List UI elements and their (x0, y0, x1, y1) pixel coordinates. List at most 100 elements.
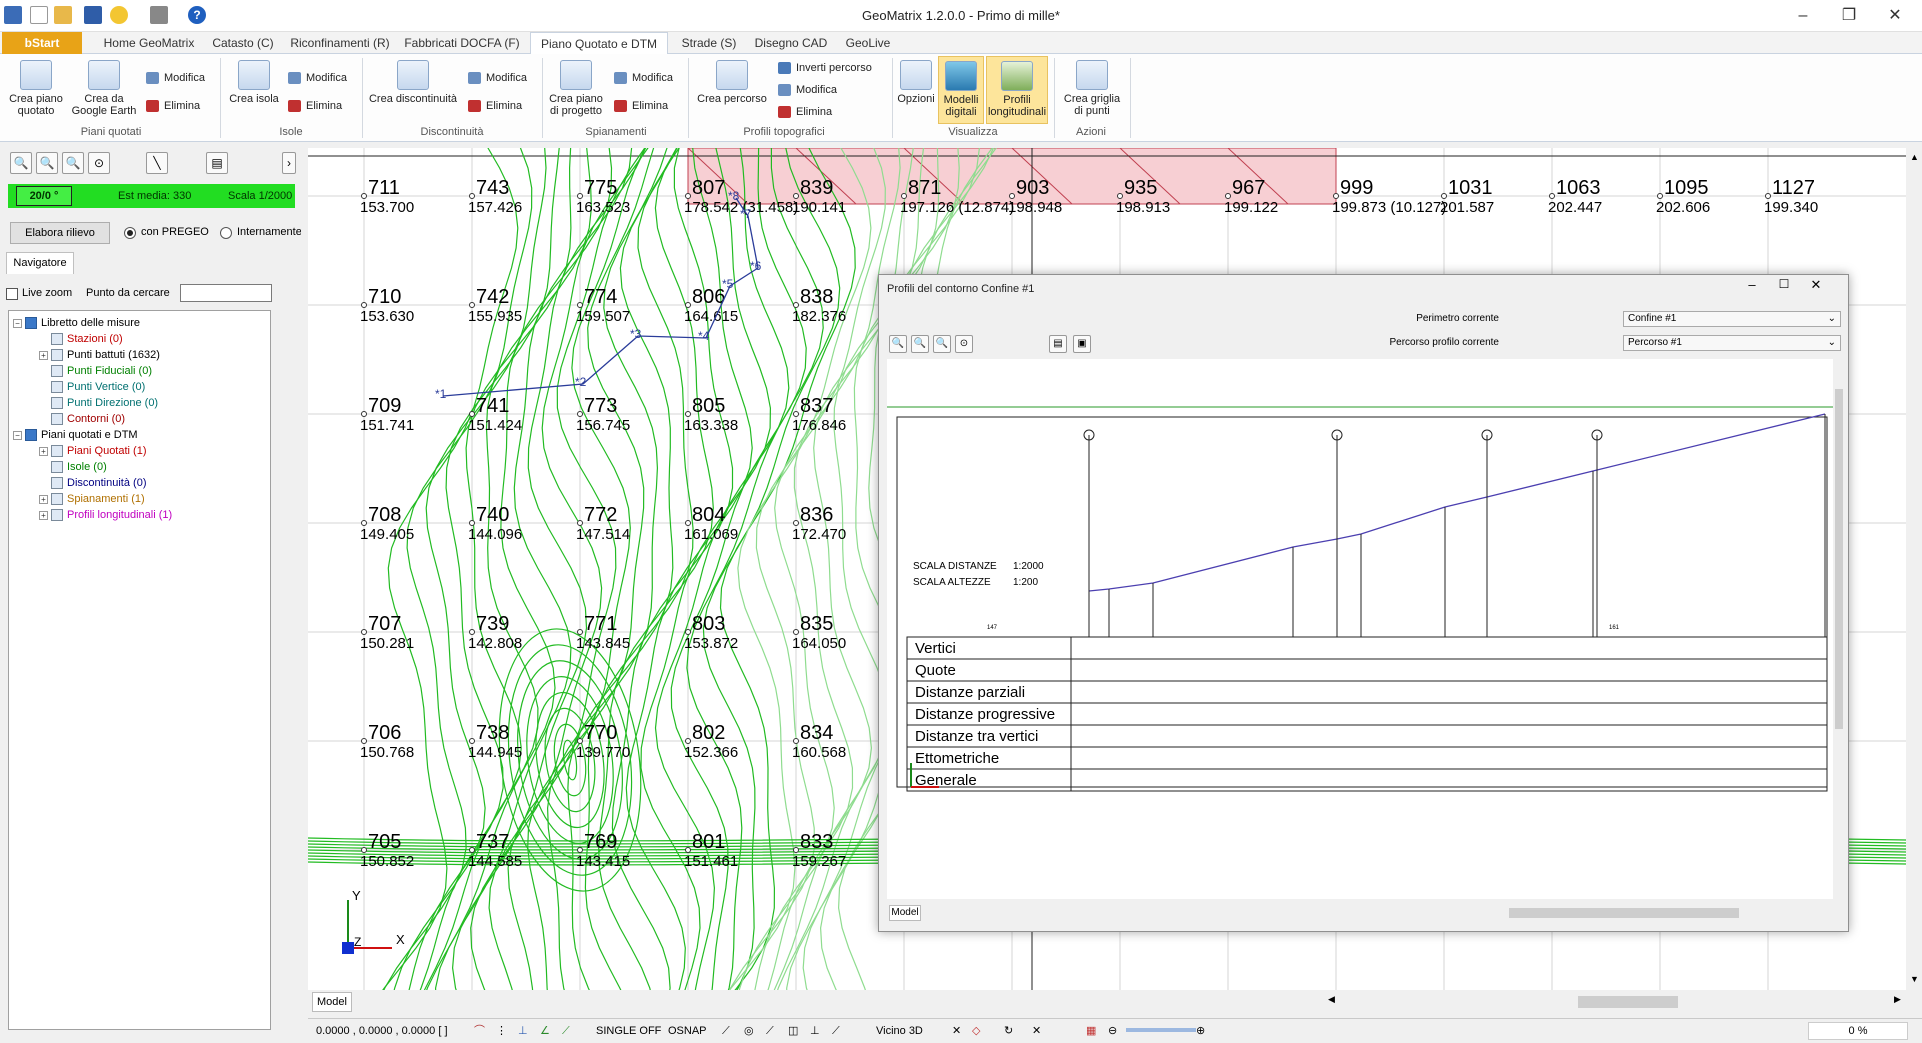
intersection-icon[interactable]: ✕ (952, 1019, 961, 1043)
profile-horizontal-scrollbar[interactable] (1499, 905, 1839, 921)
dialog-maximize-button[interactable]: ☐ (1769, 277, 1799, 297)
vicino-3d-toggle[interactable]: Vicino 3D (876, 1019, 923, 1043)
profili-longitudinali-button[interactable]: Profili longitudinali (986, 56, 1048, 124)
tab-geolive[interactable]: GeoLive (838, 32, 898, 54)
profile-vertical-scrollbar[interactable] (1833, 359, 1845, 899)
percorso-select[interactable]: Percorso #1 ⌄ (1623, 335, 1841, 351)
modifica-spianamenti-button[interactable]: Modifica (612, 68, 682, 88)
single-off-toggle[interactable]: SINGLE OFF (596, 1019, 661, 1043)
elimina-percorso-button[interactable]: Elimina (776, 102, 876, 122)
crea-google-earth-button[interactable]: Crea da Google Earth (70, 60, 138, 120)
zoom-extents-icon[interactable]: ⊙ (955, 335, 973, 353)
layers-icon[interactable]: ▤ (206, 152, 228, 174)
clear-icon[interactable]: ▦ (1086, 1019, 1096, 1043)
snap-icon[interactable]: ⌒ (474, 1019, 485, 1043)
zoom-in-icon[interactable]: ⊕ (1196, 1019, 1205, 1043)
print-icon[interactable]: ▤ (1049, 335, 1067, 353)
crea-percorso-button[interactable]: Crea percorso (694, 60, 770, 120)
tree-node[interactable]: + Spianamenti (1) (9, 491, 269, 507)
elabora-rilievo-button[interactable]: Elabora rilievo (10, 222, 110, 244)
perimetro-select[interactable]: Confine #1 ⌄ (1623, 311, 1841, 327)
scale-icon[interactable]: ✕ (1032, 1019, 1041, 1043)
canvas-vertical-scrollbar[interactable]: ▲ ▼ (1906, 148, 1922, 990)
tree-node[interactable]: Isole (0) (9, 459, 269, 475)
osnap-toggle[interactable]: OSNAP (668, 1019, 707, 1043)
profile-view[interactable]: SCALA DISTANZE 1:2000 SCALA ALTEZZE 1:200 Ve… (887, 359, 1833, 899)
endpoint-icon[interactable]: ⟋ (722, 1019, 730, 1043)
crea-isola-button[interactable]: Crea isola (226, 60, 282, 120)
tab-piano-quotato[interactable]: Piano Quotato e DTM (Q) (530, 32, 668, 73)
tree-node[interactable]: − Libretto delle misure (9, 315, 269, 331)
tree-node[interactable]: + Piani Quotati (1) (9, 443, 269, 459)
zoom-previous-icon[interactable]: 🔍 (933, 335, 951, 353)
zoom-window-icon[interactable]: 🔍 (911, 335, 929, 353)
zoom-window-icon[interactable]: 🔍 (36, 152, 58, 174)
radio-internamente[interactable] (220, 227, 232, 239)
measure-icon[interactable]: ╲ (146, 152, 168, 174)
quadrant-icon[interactable]: ◫ (788, 1019, 798, 1043)
live-zoom-checkbox[interactable] (6, 288, 18, 300)
elimina-isole-button[interactable]: Elimina (286, 96, 356, 116)
perpendicular-icon[interactable]: ⊥ (810, 1019, 820, 1043)
tree-node[interactable]: Punti Direzione (0) (9, 395, 269, 411)
tree-node[interactable]: − Piani quotati e DTM (9, 427, 269, 443)
tracking-icon[interactable]: ⟋ (562, 1019, 570, 1043)
midpoint-icon[interactable]: ⟋ (766, 1019, 774, 1043)
inverti-percorso-button[interactable]: Inverti percorso (776, 58, 876, 78)
tree-node[interactable]: Discontinuità (0) (9, 475, 269, 491)
scroll-thumb[interactable] (1578, 996, 1678, 1008)
ortho-icon[interactable]: ⊥ (518, 1019, 528, 1043)
modifica-piani-button[interactable]: Modifica (144, 68, 214, 88)
zoom-extents-icon[interactable]: ⊙ (88, 152, 110, 174)
restore-button[interactable]: ❐ (1826, 0, 1872, 32)
minimize-button[interactable]: – (1780, 0, 1826, 32)
punto-search-input[interactable] (180, 284, 272, 302)
modifica-discontinuita-button[interactable]: Modifica (466, 68, 536, 88)
zoom-previous-icon[interactable]: 🔍 (62, 152, 84, 174)
modelli-digitali-button[interactable]: Modelli digitali (938, 56, 984, 124)
zoom-in-icon[interactable]: 🔍 (10, 152, 32, 174)
tangent-icon[interactable]: ⟋ (832, 1019, 840, 1043)
expand-toggle-icon[interactable]: + (39, 351, 48, 360)
model-tab[interactable]: Model (312, 992, 352, 1012)
rotate-icon[interactable]: ↻ (1004, 1019, 1013, 1043)
navigator-tree[interactable]: − Libretto delle misure Stazioni (0) + Punti… (8, 310, 271, 1030)
expand-toggle-icon[interactable]: + (39, 447, 48, 456)
tree-node[interactable]: + Profili longitudinali (1) (9, 507, 269, 523)
close-button[interactable]: ✕ (1872, 0, 1918, 32)
node-icon[interactable]: ◇ (972, 1019, 980, 1043)
radio-pregeo[interactable] (124, 227, 136, 239)
tab-strade[interactable]: Strade (S) (674, 32, 744, 54)
tab-home[interactable]: Home GeoMatrix (100, 32, 198, 54)
canvas-horizontal-scrollbar[interactable]: ◀ ▶ (1320, 994, 1906, 1010)
tree-node[interactable]: Stazioni (0) (9, 331, 269, 347)
tab-fabbricati[interactable]: Fabbricati DOCFA (F) (400, 32, 524, 54)
crea-piano-quotato-button[interactable]: Crea piano quotato (6, 60, 66, 120)
tree-node[interactable]: Contorni (0) (9, 411, 269, 427)
tab-disegno-cad[interactable]: Disegno CAD (750, 32, 832, 54)
start-button[interactable]: bStart (2, 32, 82, 54)
tab-navigatore[interactable]: Navigatore (6, 252, 74, 274)
zoom-out-icon[interactable]: ⊖ (1108, 1019, 1117, 1043)
grid-snap-icon[interactable]: ⋮ (496, 1019, 507, 1043)
dialog-minimize-button[interactable]: – (1737, 277, 1767, 297)
tree-node[interactable]: + Punti battuti (1632) (9, 347, 269, 363)
expand-toggle-icon[interactable]: − (13, 319, 22, 328)
tab-catasto[interactable]: Catasto (C) (204, 32, 282, 54)
tree-node[interactable]: Punti Fiduciali (0) (9, 363, 269, 379)
elimina-spianamenti-button[interactable]: Elimina (612, 96, 682, 116)
dialog-close-button[interactable]: ✕ (1801, 277, 1831, 297)
center-icon[interactable]: ◎ (744, 1019, 754, 1043)
crea-griglia-button[interactable]: Crea griglia di punti (1060, 60, 1124, 120)
tab-riconfinamenti[interactable]: Riconfinamenti (R) (288, 32, 392, 54)
dialog-model-tab[interactable]: Model (889, 905, 921, 921)
zoom-in-icon[interactable]: 🔍 (889, 335, 907, 353)
tree-node[interactable]: Punti Vertice (0) (9, 379, 269, 395)
elimina-piani-button[interactable]: Elimina (144, 96, 214, 116)
crea-piano-progetto-button[interactable]: Crea piano di progetto (546, 60, 606, 120)
elimina-discontinuita-button[interactable]: Elimina (466, 96, 536, 116)
modifica-percorso-button[interactable]: Modifica (776, 80, 876, 100)
opzioni-button[interactable]: Opzioni (896, 60, 936, 120)
expand-toggle-icon[interactable]: + (39, 495, 48, 504)
crea-discontinuita-button[interactable]: Crea discontinuità (368, 60, 458, 120)
